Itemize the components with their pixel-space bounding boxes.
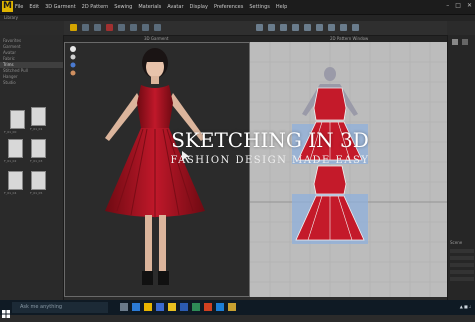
- library-thumbnail[interactable]: [31, 139, 46, 158]
- taskbar-search-input[interactable]: Ask me anything: [12, 302, 108, 313]
- minimize-icon[interactable]: –: [446, 2, 449, 9]
- marvelous-designer-icon[interactable]: [228, 303, 236, 311]
- tab-3d-garment[interactable]: 3D Garment: [144, 36, 168, 41]
- menu-preferences[interactable]: Preferences: [214, 4, 243, 10]
- menu-2d-pattern[interactable]: 2D Pattern: [82, 4, 109, 10]
- thumbnail-caption: F_01_02: [4, 159, 17, 163]
- menu-file[interactable]: File: [15, 4, 23, 10]
- viewport-3d[interactable]: [64, 42, 250, 297]
- menu-materials[interactable]: Materials: [138, 4, 161, 10]
- menu-display[interactable]: Display: [190, 4, 208, 10]
- measure-tool-icon[interactable]: [130, 24, 137, 31]
- skin-icon[interactable]: [70, 70, 76, 76]
- select-tool-icon[interactable]: [70, 24, 77, 31]
- thumbnail-caption: F_01_01: [30, 127, 43, 131]
- powerpoint-icon[interactable]: [204, 303, 212, 311]
- windows-start-icon[interactable]: [2, 303, 10, 318]
- viewport-2d[interactable]: [250, 42, 447, 297]
- task-view-icon[interactable]: [120, 303, 128, 311]
- excel-icon[interactable]: [192, 303, 200, 311]
- menu-avatar[interactable]: Avatar: [167, 4, 183, 10]
- property-panel: Scene: [447, 35, 475, 300]
- app-icon[interactable]: [168, 303, 176, 311]
- object-icon[interactable]: [462, 39, 468, 45]
- segment-sewing-icon[interactable]: [316, 24, 323, 31]
- move-tool-icon[interactable]: [82, 24, 89, 31]
- pin-tool-icon[interactable]: [106, 24, 113, 31]
- thumbnail-caption: F_01_00: [4, 130, 17, 134]
- system-tray: ▲ ■ ♩: [459, 304, 471, 309]
- tree-item-studio[interactable]: Studio: [0, 80, 63, 86]
- property-row[interactable]: [450, 270, 474, 274]
- window-controls: – □ ✕: [446, 2, 472, 9]
- library-thumbnail[interactable]: [8, 171, 23, 190]
- rectangle-tool-icon[interactable]: [268, 24, 275, 31]
- fold-tool-icon[interactable]: [94, 24, 101, 31]
- thumbnail-caption: F_01_05: [30, 191, 43, 195]
- tack-tool-icon[interactable]: [118, 24, 125, 31]
- avatar-head-icon[interactable]: [70, 46, 76, 52]
- panel-title: Scene: [450, 240, 463, 245]
- overlay-subheadline: FASHION DESIGN MADE EASY: [170, 155, 370, 166]
- file-explorer-icon[interactable]: [144, 303, 152, 311]
- curve-tool-icon[interactable]: [292, 24, 299, 31]
- property-row[interactable]: [450, 249, 474, 253]
- library-tree: Favorites Garment Avatar Fabric Trims St…: [0, 38, 63, 86]
- store-icon[interactable]: [156, 303, 164, 311]
- library-thumbnail[interactable]: [8, 139, 23, 158]
- outlook-icon[interactable]: [216, 303, 224, 311]
- settings-icon[interactable]: [452, 39, 458, 45]
- app-logo: M: [2, 1, 13, 12]
- library-thumbnail[interactable]: [10, 110, 25, 129]
- notch-tool-icon[interactable]: [340, 24, 347, 31]
- edge-browser-icon[interactable]: [132, 303, 140, 311]
- menu-sewing[interactable]: Sewing: [114, 4, 132, 10]
- library-thumbnail[interactable]: [31, 107, 46, 126]
- menu-help[interactable]: Help: [276, 4, 287, 10]
- menu-list: File Edit 3D Garment 2D Pattern Sewing M…: [15, 0, 287, 14]
- sketch-tool-icon[interactable]: [154, 24, 161, 31]
- menu-settings[interactable]: Settings: [249, 4, 270, 10]
- toolbar-3d: [64, 21, 250, 36]
- tab-2d-pattern[interactable]: 2D Pattern Window: [330, 36, 368, 41]
- thumbnail-caption: F_01_04: [4, 191, 17, 195]
- pattern-canvas: [250, 42, 447, 297]
- library-thumbnail[interactable]: [31, 171, 46, 190]
- dart-tool-icon[interactable]: [304, 24, 311, 31]
- menu-edit[interactable]: Edit: [29, 4, 39, 10]
- toolbar-2d: [250, 21, 447, 36]
- maximize-icon[interactable]: □: [455, 2, 461, 9]
- property-row[interactable]: [450, 263, 474, 267]
- thumbnail-caption: F_01_03: [30, 159, 43, 163]
- library-panel: Favorites Garment Avatar Fabric Trims St…: [0, 35, 64, 300]
- polygon-tool-icon[interactable]: [280, 24, 287, 31]
- garment-icon[interactable]: [70, 54, 76, 60]
- free-sewing-icon[interactable]: [328, 24, 335, 31]
- close-icon[interactable]: ✕: [467, 2, 472, 9]
- trace-tool-icon[interactable]: [352, 24, 359, 31]
- property-row[interactable]: [450, 277, 474, 281]
- pattern-select-icon[interactable]: [256, 24, 263, 31]
- simulate-tool-icon[interactable]: [142, 24, 149, 31]
- overlay-headline: SKETCHING IN 3D: [171, 128, 369, 152]
- property-row[interactable]: [450, 256, 474, 260]
- tab-library[interactable]: Library: [4, 15, 18, 20]
- avatar-render: [70, 46, 205, 285]
- word-icon[interactable]: [180, 303, 188, 311]
- texture-icon[interactable]: [70, 62, 76, 68]
- menu-3d-garment[interactable]: 3D Garment: [45, 4, 76, 10]
